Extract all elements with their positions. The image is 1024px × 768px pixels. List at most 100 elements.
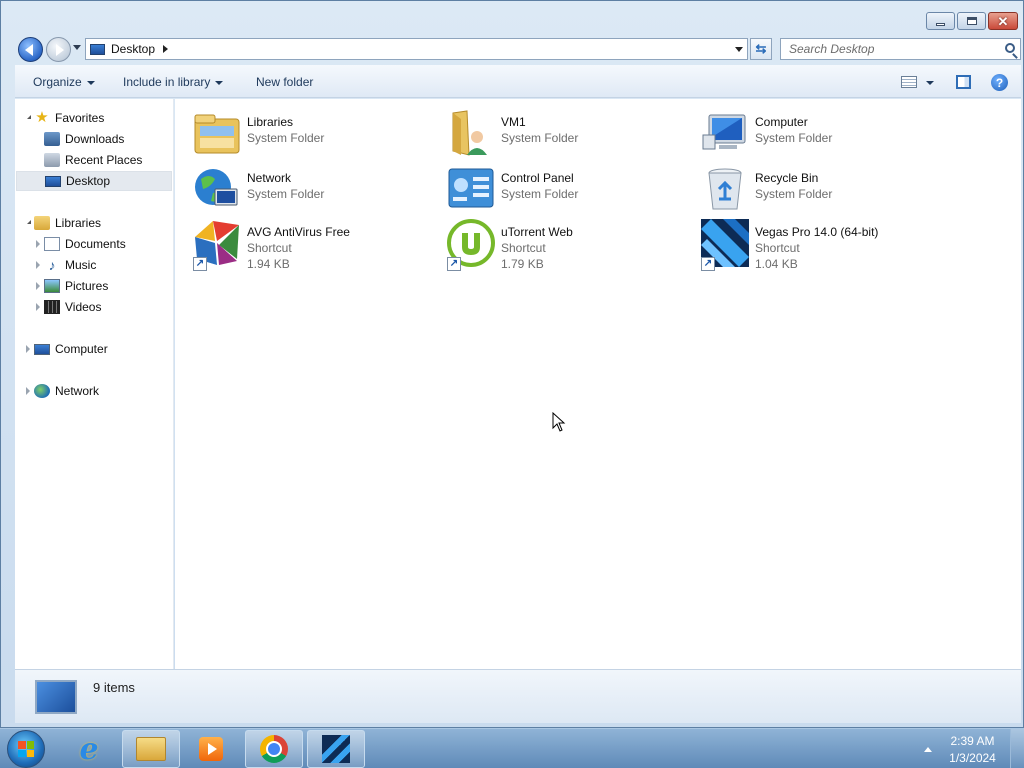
collapse-arrow-icon[interactable] (36, 282, 40, 290)
taskbar-chrome[interactable] (245, 730, 303, 768)
nav-computer-label: Computer (55, 342, 108, 356)
taskbar-internet-explorer[interactable]: e (60, 730, 118, 768)
preview-pane-icon[interactable] (956, 75, 971, 89)
collapse-arrow-icon[interactable] (26, 345, 30, 353)
title-bar[interactable]: ✕ (1, 1, 1023, 35)
nav-documents[interactable]: Documents (44, 234, 126, 254)
collapse-arrow-icon[interactable] (36, 240, 40, 248)
organize-button[interactable]: Organize (33, 75, 95, 89)
address-row: Desktop ⇆ (1, 35, 1023, 64)
back-arrow-icon (25, 43, 33, 56)
file-size: 1.79 KB (501, 257, 544, 271)
file-item-computer[interactable]: Computer System Folder (701, 109, 951, 159)
recent-places-icon (44, 153, 60, 167)
libraries-icon (194, 114, 240, 154)
refresh-button[interactable]: ⇆ (750, 38, 772, 60)
expand-arrow-icon[interactable] (24, 115, 31, 119)
nav-network[interactable]: Network (34, 381, 99, 401)
taskbar: e 2:39 AM 1/3/2024 (0, 728, 1024, 768)
breadcrumb-chevron-icon[interactable] (163, 45, 169, 53)
maximize-button[interactable] (957, 12, 986, 30)
nav-music-label: Music (65, 258, 97, 272)
downloads-icon (44, 132, 60, 146)
taskbar-vegas-pro[interactable] (307, 730, 365, 768)
address-history-dropdown[interactable] (735, 47, 743, 52)
include-in-library-button[interactable]: Include in library (123, 75, 224, 89)
desktop-icon (45, 175, 61, 187)
file-type: System Folder (247, 187, 325, 201)
show-desktop-button[interactable] (1010, 729, 1024, 768)
collapse-arrow-icon[interactable] (36, 303, 40, 311)
file-type: System Folder (755, 131, 833, 145)
organize-label: Organize (33, 75, 82, 89)
breadcrumb-desktop[interactable]: Desktop (111, 42, 155, 56)
help-label: ? (995, 75, 1004, 90)
help-icon[interactable]: ? (991, 74, 1008, 91)
recent-pages-dropdown[interactable] (73, 45, 81, 50)
desktop-icon (90, 43, 105, 55)
address-bar[interactable]: Desktop (85, 38, 748, 60)
collapse-arrow-icon[interactable] (26, 387, 30, 395)
network-icon (195, 169, 238, 206)
clock-date: 1/3/2024 (949, 751, 996, 765)
show-hidden-icons-icon[interactable] (924, 747, 932, 752)
file-name: Computer (755, 115, 808, 129)
file-item-network[interactable]: Network System Folder (193, 165, 443, 215)
nav-downloads[interactable]: Downloads (44, 129, 124, 149)
minimize-button[interactable] (926, 12, 955, 30)
forward-button[interactable] (46, 37, 71, 62)
file-item-recycle-bin[interactable]: Recycle Bin System Folder (701, 165, 951, 215)
user-folder-icon (452, 110, 487, 156)
taskbar-windows-explorer[interactable] (122, 730, 180, 768)
search-icon[interactable] (1005, 43, 1015, 53)
file-item-avg-antivirus[interactable]: ↗ AVG AntiVirus Free Shortcut 1.94 KB (193, 219, 443, 271)
nav-videos-label: Videos (65, 300, 102, 314)
file-name: VM1 (501, 115, 526, 129)
file-type: Shortcut (247, 241, 292, 255)
file-item-vegas-pro[interactable]: ↗ Vegas Pro 14.0 (64-bit) Shortcut 1.04 … (701, 219, 951, 271)
file-item-libraries[interactable]: Libraries System Folder (193, 109, 443, 159)
clock-time: 2:39 AM (950, 734, 995, 748)
file-item-utorrent-web[interactable]: ↗ uTorrent Web Shortcut 1.79 KB (447, 219, 697, 271)
refresh-icon: ⇆ (755, 41, 767, 56)
back-button[interactable] (18, 37, 43, 62)
folder-icon (136, 737, 166, 761)
nav-downloads-label: Downloads (65, 132, 125, 146)
new-folder-button[interactable]: New folder (256, 75, 313, 89)
file-type: System Folder (501, 187, 579, 201)
nav-music[interactable]: ♪ Music (44, 255, 97, 275)
new-folder-label: New folder (256, 75, 314, 89)
item-count: 9 items (93, 680, 135, 695)
expand-arrow-icon[interactable] (24, 220, 31, 224)
libraries-icon (34, 216, 50, 230)
maximize-icon (966, 17, 977, 25)
windows-logo-icon (18, 741, 34, 757)
start-button[interactable] (7, 730, 45, 768)
desktop-icon (35, 680, 77, 714)
nav-desktop[interactable]: Desktop (16, 171, 172, 191)
nav-libraries[interactable]: Libraries (34, 213, 101, 233)
file-item-vm1[interactable]: VM1 System Folder (447, 109, 697, 159)
taskbar-media-player[interactable] (182, 730, 240, 768)
nav-favorites[interactable]: ★ Favorites (34, 108, 104, 128)
collapse-arrow-icon[interactable] (36, 261, 40, 269)
view-options-dropdown[interactable] (926, 81, 934, 85)
documents-icon (44, 237, 60, 251)
file-name: uTorrent Web (501, 225, 573, 239)
videos-icon (44, 300, 60, 314)
nav-videos[interactable]: Videos (44, 297, 101, 317)
file-size: 1.94 KB (247, 257, 290, 271)
clock[interactable]: 2:39 AM 1/3/2024 (945, 733, 1000, 767)
nav-favorites-label: Favorites (55, 111, 105, 125)
close-button[interactable]: ✕ (988, 12, 1018, 30)
change-view-icon[interactable] (901, 76, 917, 88)
shortcut-arrow-icon: ↗ (701, 257, 715, 271)
computer-icon (702, 114, 746, 150)
nav-recent-places[interactable]: Recent Places (44, 150, 142, 170)
music-icon: ♪ (48, 257, 56, 273)
search-input[interactable] (781, 39, 991, 59)
nav-pictures[interactable]: Pictures (44, 276, 108, 296)
nav-computer[interactable]: Computer (34, 339, 108, 359)
file-item-control-panel[interactable]: Control Panel System Folder (447, 165, 697, 215)
navigation-pane: ★ Favorites Downloads Recent Places Deskt… (15, 99, 174, 669)
